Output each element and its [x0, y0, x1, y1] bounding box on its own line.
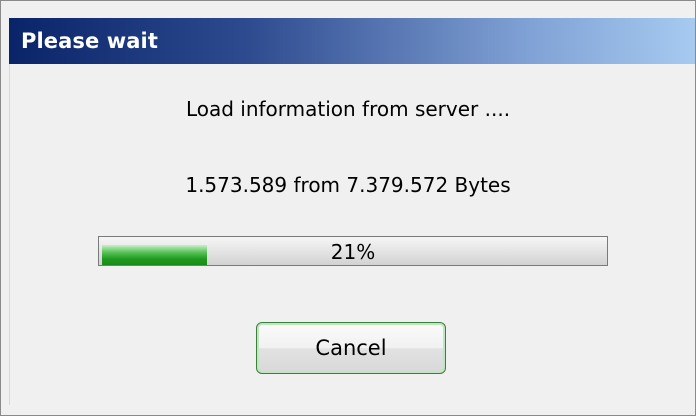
progress-bar: 21% — [98, 236, 608, 266]
title-bar[interactable]: Please wait — [9, 18, 695, 64]
progress-percent-label: 21% — [330, 240, 376, 264]
bytes-transferred-text: 1.573.589 from 7.379.572 Bytes — [185, 173, 511, 197]
cancel-button[interactable]: Cancel — [256, 322, 446, 374]
window-title: Please wait — [21, 29, 158, 53]
status-message: Load information from server .... — [185, 97, 511, 121]
